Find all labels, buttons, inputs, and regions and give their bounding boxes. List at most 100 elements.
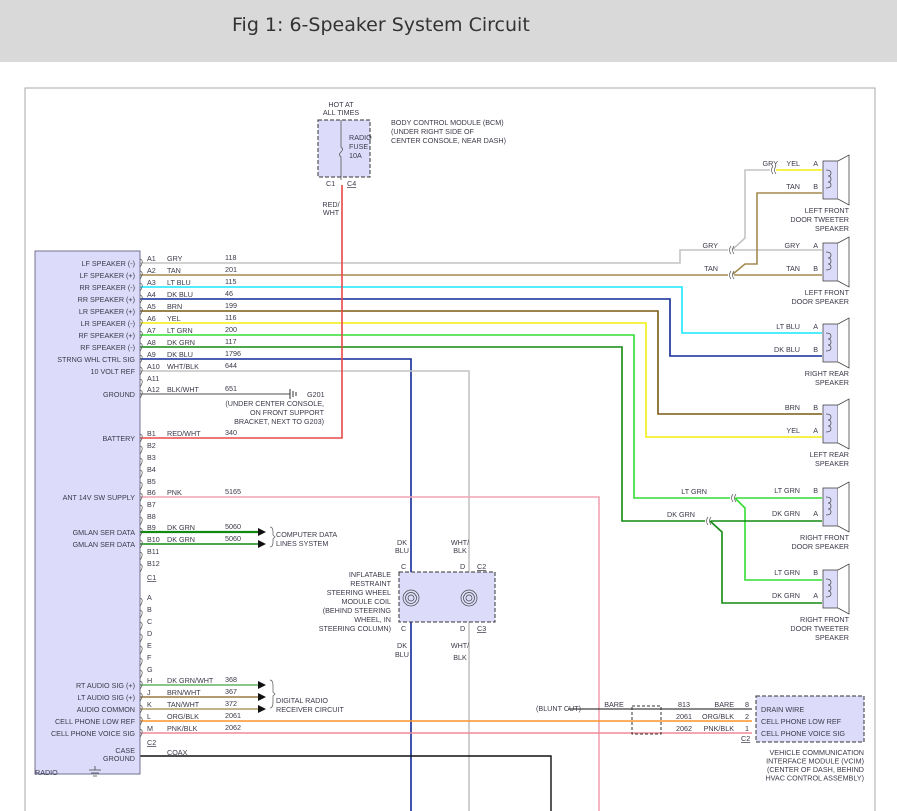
inline-connector-icon [729,270,735,280]
pin-id: A7 [147,326,156,335]
circuit-number: 118 [225,253,236,262]
circuit-number: 372 [225,699,237,708]
pin-id: B10 [147,535,160,544]
ground-location: BRACKET, NEXT TO G203) [234,417,324,426]
pin-function: LT AUDIO SIG (+) [78,693,135,702]
pin-function: STRNG WHL CTRL SIG [57,355,135,364]
wire-color-label: BLK/WHT [167,385,200,394]
vcim-pin: 8 [745,700,749,709]
wire-color-label: BRN/WHT [167,688,201,697]
wire-label: BLU [395,546,409,555]
speaker-name: SPEAKER [815,459,849,468]
wire-color-label: TAN/WHT [167,700,200,709]
connector-c1-label: C1 [147,573,156,582]
wire-color-label: PNK [167,488,182,497]
speaker-name: DOOR TWEETER [790,624,849,633]
circuit-number: 200 [225,325,237,334]
pin-d: D [460,624,465,633]
pin-id: A6 [147,314,156,323]
vcim-pin-function: CELL PHONE LOW REF [761,717,842,726]
bcm-wire-label: WHT [323,208,340,217]
arrow-icon [258,705,266,713]
speaker-name: RIGHT FRONT [800,615,850,624]
circuit-number: 199 [225,301,237,310]
vcim-pin: 1 [745,724,749,733]
pin-id: M [147,724,153,733]
wire-color-label: TAN [786,264,800,273]
wire-label: BLU [395,650,409,659]
speaker-magnet [822,323,839,363]
pin-id: A8 [147,338,156,347]
pin-c: C [401,624,406,633]
circuit-number: 368 [225,675,237,684]
ground-id: G201 [307,390,325,399]
wire-color-label: BRN [167,302,182,311]
speaker-magnet [822,487,839,527]
arrow-icon [258,528,266,536]
pin-id: B11 [147,547,159,556]
wire-color-label: LT GRN [681,487,707,496]
speaker-pin: A [813,322,818,331]
speaker-name: RIGHT FRONT [800,533,850,542]
fuse-label: RADIO [349,133,372,142]
pin-id: B4 [147,465,156,474]
circuit-number: 115 [225,277,236,286]
wire-color-label: YEL [786,426,800,435]
wire-color-label: YEL [167,314,181,323]
wire-label: BLK [453,546,467,555]
wire-color-label: DK GRN [667,510,695,519]
steering-c2: C2 [477,562,486,571]
diagram-labels: COMPUTER DATALINES SYSTEMDIGITAL RADIORE… [225,100,865,783]
arrow-icon [258,693,266,701]
splice-shield [631,705,662,735]
speaker-pin: A [813,426,818,435]
speaker: A LT BLU B DK BLU RIGHT REARSPEAKER [774,317,850,387]
circuit-number: 2062 [676,724,692,733]
blunt-cut-label: (BLUNT CUT) [536,704,581,713]
speaker-name: LEFT FRONT [805,288,850,297]
speaker-name: DOOR SPEAKER [791,542,849,551]
hot-at-all-times-label: ALL TIMES [323,108,360,117]
speaker-name: LEFT REAR [810,450,849,459]
pin-id: B6 [147,488,156,497]
pin-function: RR SPEAKER (+) [78,295,135,304]
pin-function: RF SPEAKER (-) [80,343,135,352]
wire-color-label: LT GRN [774,568,800,577]
wire-color-label: LT GRN [774,486,800,495]
wire-color-label: DK BLU [774,345,800,354]
steering-description: (BEHIND STEERING [323,606,392,615]
pin-id: B2 [147,441,156,450]
speaker-name: LEFT FRONT [805,206,850,215]
speaker-magnet [822,242,839,282]
digital-radio-label: RECEIVER CIRCUIT [276,705,344,714]
wire-gry-tweeter [731,169,770,251]
wire-color-label: DK BLU [167,350,193,359]
circuit-number: 1796 [225,349,241,358]
fuse-label: FUSE [349,142,368,151]
pin-id: B1 [147,429,156,438]
pin-function: CELL PHONE LOW REF [55,717,136,726]
computer-data-label: LINES SYSTEM [276,539,328,548]
bcm-description: CENTER CONSOLE, NEAR DASH) [391,136,506,145]
pin-id: A11 [147,374,159,383]
computer-data-label: COMPUTER DATA [276,530,337,539]
steering-c3: C3 [477,624,486,633]
pin-id: B8 [147,512,156,521]
speaker: A YEL B TAN LEFT FRONTDOOR TWEETERSPEAKER [786,154,850,233]
wire-color-label: DK GRN/WHT [167,676,214,685]
vcim-pin: 2 [745,712,749,721]
bracket [269,526,276,548]
wire-color-label: DK GRN [167,535,195,544]
pin-id: F [147,653,152,662]
wire-color-label: RED/WHT [167,429,201,438]
pin-id: A12 [147,385,160,394]
ground-location: ON FRONT SUPPORT [250,408,325,417]
wire-ltblu-115 [140,286,822,334]
circuit-number: 644 [225,361,237,370]
vcim-description: HVAC CONTROL ASSEMBLY) [765,774,864,783]
pin-id: H [147,676,152,685]
speaker-name: DOOR TWEETER [790,215,849,224]
steering-description: WHEEL, IN [354,615,391,624]
circuit-number: 116 [225,313,236,322]
pin-id: A2 [147,266,156,275]
